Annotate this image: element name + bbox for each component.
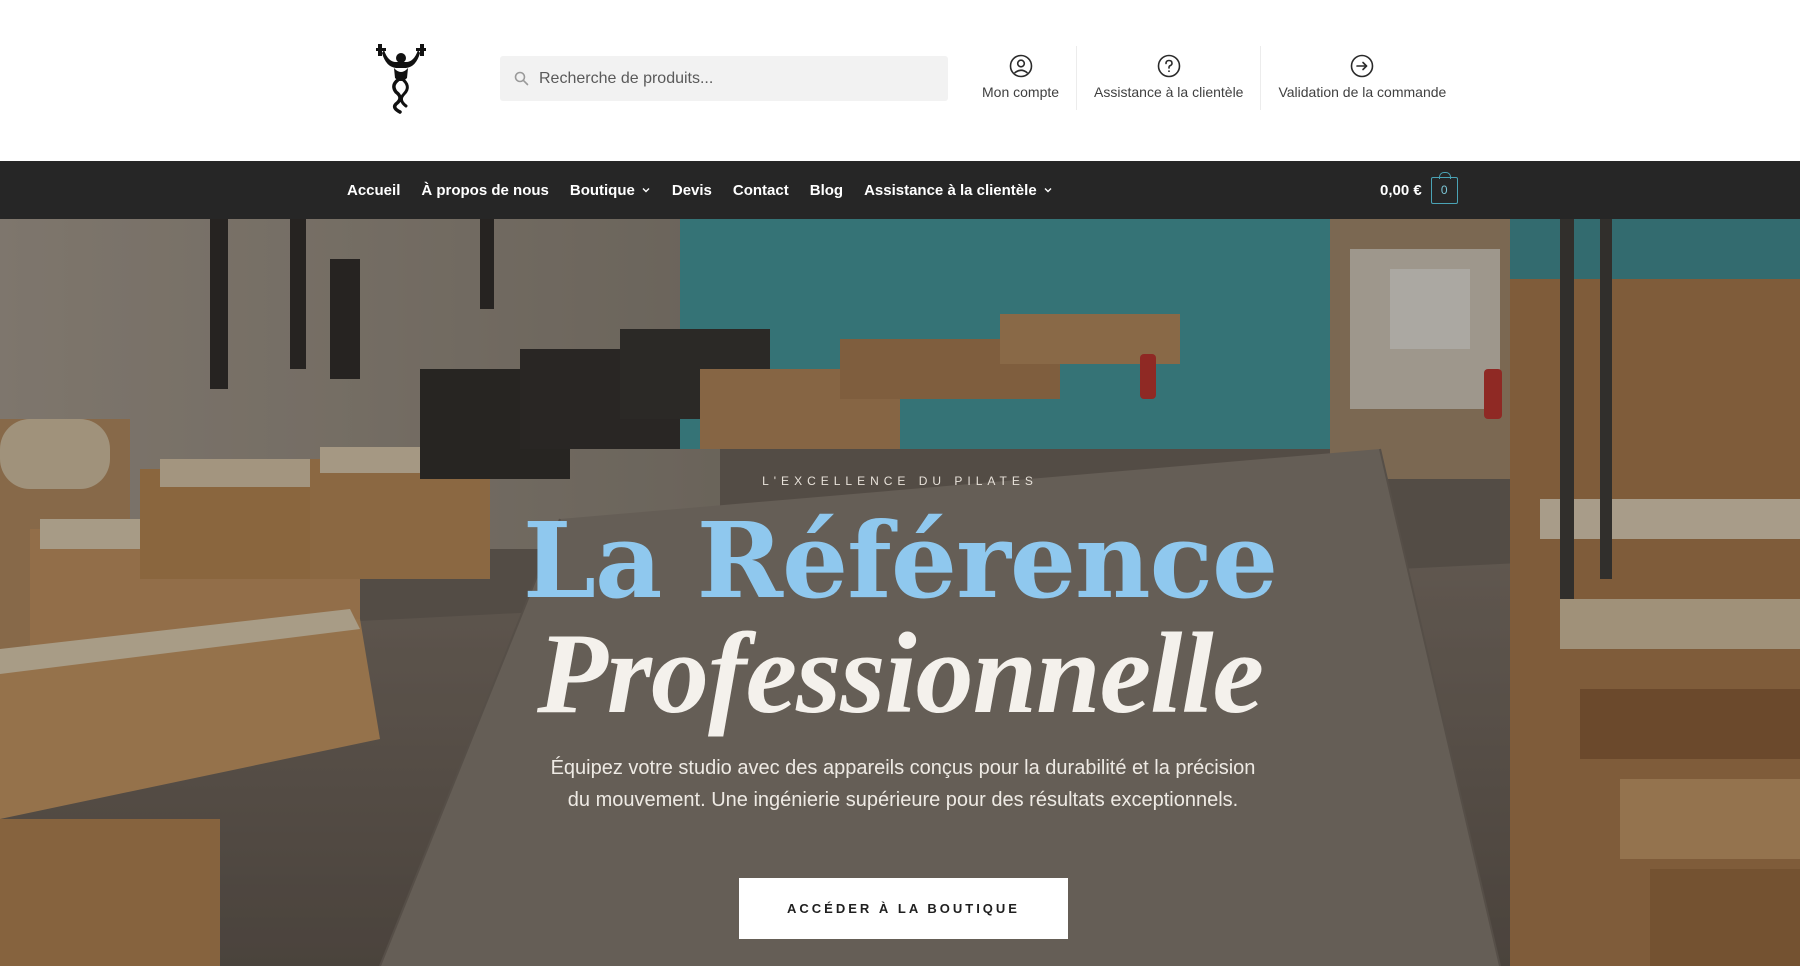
arrow-right-circle-icon bbox=[1351, 54, 1374, 78]
hero-eyebrow: L'EXCELLENCE DU PILATES bbox=[762, 474, 1038, 488]
hero-section: L'EXCELLENCE DU PILATES La Référence Pro… bbox=[0, 219, 1800, 966]
nav-item-label: Boutique bbox=[569, 181, 635, 199]
nav-item-label: Devis bbox=[671, 181, 712, 199]
cart-bag-icon: 0 bbox=[1430, 171, 1458, 204]
checkout-label: Validation de la commande bbox=[1278, 84, 1447, 100]
cart-total: 0,00 € bbox=[1380, 181, 1422, 199]
my-account-label: Mon compte bbox=[982, 84, 1060, 100]
nav-item-about[interactable]: À propos de nous bbox=[421, 182, 549, 199]
pilates-figure-logo-icon bbox=[376, 44, 426, 114]
hero-description: Équipez votre studio avec des appareils … bbox=[550, 757, 1256, 811]
chevron-down-icon bbox=[1043, 185, 1053, 195]
search-input[interactable] bbox=[539, 69, 929, 88]
primary-navigation: Accueil À propos de nous Boutique Devis … bbox=[0, 161, 1800, 219]
hero-title-line-1: La Référence bbox=[522, 499, 1278, 622]
nav-item-support[interactable]: Assistance à la clientèle bbox=[864, 182, 1053, 199]
nav-item-blog[interactable]: Blog bbox=[810, 182, 843, 199]
nav-item-label: Contact bbox=[732, 181, 789, 199]
nav-item-quote[interactable]: Devis bbox=[672, 182, 712, 199]
customer-support-link[interactable]: Assistance à la clientèle bbox=[1077, 46, 1262, 110]
cart-count: 0 bbox=[1440, 183, 1448, 197]
nav-menu: Accueil À propos de nous Boutique Devis … bbox=[347, 161, 1074, 219]
shop-cta-button[interactable]: ACCÉDER À LA BOUTIQUE bbox=[739, 878, 1068, 939]
chevron-down-icon bbox=[641, 185, 651, 195]
nav-item-shop[interactable]: Boutique bbox=[570, 182, 651, 199]
nav-item-label: Accueil bbox=[347, 181, 401, 199]
product-search[interactable] bbox=[500, 56, 948, 101]
site-header: Mon compte Assistance à la clientèle Val… bbox=[0, 0, 1800, 161]
hero-title-line-2: Professionnelle bbox=[536, 610, 1264, 738]
mini-cart[interactable]: 0,00 € 0 bbox=[1380, 171, 1458, 205]
nav-item-home[interactable]: Accueil bbox=[347, 182, 400, 199]
nav-item-contact[interactable]: Contact bbox=[733, 182, 789, 199]
checkout-link[interactable]: Validation de la commande bbox=[1261, 46, 1463, 110]
customer-support-label: Assistance à la clientèle bbox=[1094, 84, 1244, 100]
my-account-link[interactable]: Mon compte bbox=[965, 46, 1078, 110]
nav-item-label: À propos de nous bbox=[421, 181, 549, 199]
nav-item-label: Assistance à la clientèle bbox=[864, 181, 1037, 199]
user-circle-icon bbox=[1009, 54, 1032, 78]
header-links: Mon compte Assistance à la clientèle Val… bbox=[965, 46, 1463, 110]
site-logo[interactable] bbox=[374, 40, 428, 114]
search-icon bbox=[514, 71, 529, 86]
nav-item-label: Blog bbox=[809, 181, 844, 199]
question-circle-icon bbox=[1157, 54, 1181, 78]
